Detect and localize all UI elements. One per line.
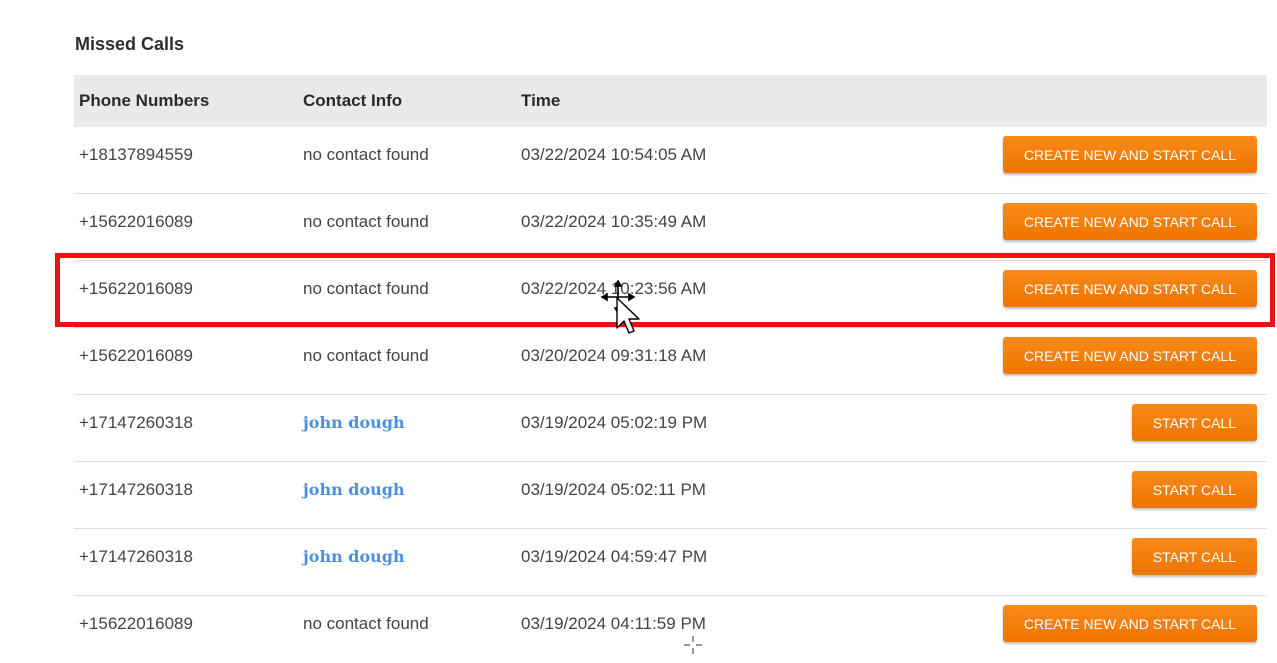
- table-header: Phone Numbers Contact Info Time: [74, 75, 1267, 127]
- missed-calls-title: Missed Calls: [75, 34, 185, 54]
- call-time: 03/22/2024 10:23:56 AM: [521, 279, 707, 298]
- contact-link[interactable]: john dough: [303, 547, 405, 566]
- phone-number: +17147260318: [79, 480, 193, 499]
- call-time: 03/19/2024 05:02:19 PM: [521, 413, 708, 432]
- missed-calls-table: Phone Numbers Contact Info Time +1813789…: [74, 75, 1267, 663]
- phone-number: +15622016089: [79, 614, 193, 633]
- table-row: +15622016089 no contact found 03/22/2024…: [74, 261, 1267, 328]
- phone-number: +17147260318: [79, 413, 193, 432]
- call-time: 03/22/2024 10:35:49 AM: [521, 212, 707, 231]
- table-row: +17147260318 john dough 03/19/2024 04:59…: [74, 529, 1267, 596]
- header-phone-numbers: Phone Numbers: [79, 91, 210, 110]
- call-time: 03/19/2024 04:11:59 PM: [521, 614, 706, 633]
- contact-link[interactable]: john dough: [303, 413, 405, 432]
- table-row: +18137894559 no contact found 03/22/2024…: [74, 127, 1267, 194]
- contact-info: no contact found: [303, 614, 429, 633]
- contact-info: john dough: [303, 529, 405, 585]
- create-new-and-start-call-button[interactable]: CREATE NEW AND START CALL: [1002, 136, 1257, 173]
- create-new-and-start-call-button[interactable]: CREATE NEW AND START CALL: [1002, 605, 1257, 642]
- call-time: 03/19/2024 05:02:11 PM: [521, 480, 706, 499]
- phone-number: +17147260318: [79, 547, 193, 566]
- table-row: +17147260318 john dough 03/19/2024 05:02…: [74, 462, 1267, 529]
- contact-info: john dough: [303, 395, 405, 451]
- phone-number: +18137894559: [79, 145, 193, 164]
- phone-number: +15622016089: [79, 279, 193, 298]
- phone-number: +15622016089: [79, 346, 193, 365]
- table-row: +15622016089 no contact found 03/22/2024…: [74, 194, 1267, 261]
- table-row: +17147260318 john dough 03/19/2024 05:02…: [74, 395, 1267, 462]
- phone-number: +15622016089: [79, 212, 193, 231]
- start-call-button[interactable]: START CALL: [1131, 538, 1257, 575]
- start-call-button[interactable]: START CALL: [1131, 471, 1257, 508]
- call-time: 03/20/2024 09:31:18 AM: [521, 346, 707, 365]
- create-new-and-start-call-button[interactable]: CREATE NEW AND START CALL: [1002, 337, 1257, 374]
- contact-info: no contact found: [303, 279, 429, 298]
- contact-info: no contact found: [303, 212, 429, 231]
- header-contact-info: Contact Info: [303, 91, 403, 110]
- header-time: Time: [521, 91, 561, 110]
- create-new-and-start-call-button[interactable]: CREATE NEW AND START CALL: [1002, 203, 1257, 240]
- table-row: +15622016089 no contact found 03/19/2024…: [74, 596, 1267, 663]
- call-time: 03/22/2024 10:54:05 AM: [521, 145, 707, 164]
- table-row: +15622016089 no contact found 03/20/2024…: [74, 328, 1267, 395]
- contact-link[interactable]: john dough: [303, 480, 405, 499]
- call-time: 03/19/2024 04:59:47 PM: [521, 547, 708, 566]
- create-new-and-start-call-button[interactable]: CREATE NEW AND START CALL: [1002, 270, 1257, 307]
- start-call-button[interactable]: START CALL: [1131, 404, 1257, 441]
- contact-info: john dough: [303, 462, 405, 518]
- contact-info: no contact found: [303, 346, 429, 365]
- contact-info: no contact found: [303, 145, 429, 164]
